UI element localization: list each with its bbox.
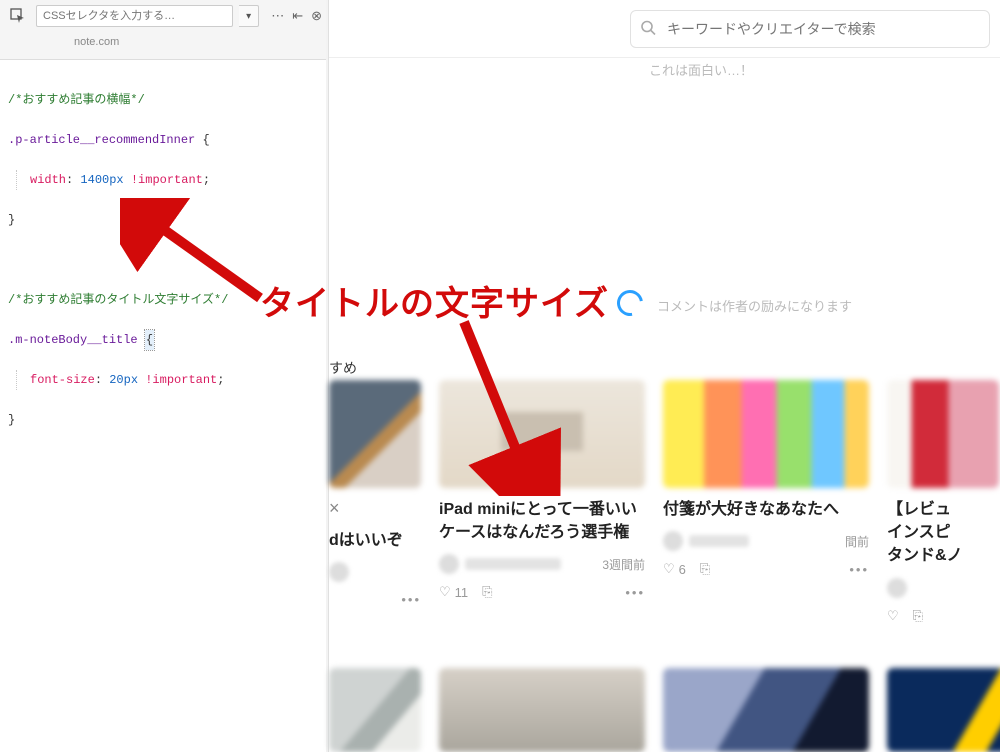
- article-thumbnail: [439, 380, 645, 488]
- recommended-card-row-2: [329, 668, 1000, 752]
- avatar: [663, 531, 683, 551]
- posted-ago: 間前: [845, 533, 869, 550]
- like-count: 6: [679, 562, 686, 577]
- css-value: 20px: [109, 373, 138, 387]
- article-thumbnail: [439, 668, 645, 752]
- css-property: font-size: [30, 373, 95, 387]
- bookmark-icon: ⎘: [482, 584, 492, 600]
- css-important: !important: [131, 173, 203, 187]
- kebab-menu-icon[interactable]: ⋯: [271, 8, 284, 24]
- inspect-element-icon[interactable]: [6, 4, 30, 28]
- search-input[interactable]: [630, 10, 990, 48]
- article-title: iPad miniにとって一番いいケースはなんだろう選手権: [439, 498, 645, 544]
- avatar: [439, 554, 459, 574]
- page-topbar: [329, 0, 1000, 58]
- annotation-label: タイトルの文字サイズ: [260, 276, 609, 325]
- close-devtools-icon[interactable]: ⊗: [311, 8, 322, 24]
- like-count: 11: [455, 585, 469, 600]
- article-card[interactable]: iPad miniにとって一番いいケースはなんだろう選手権 3週間前 ♡ 11 …: [439, 380, 645, 624]
- kebab-menu-icon[interactable]: •••: [849, 562, 869, 577]
- author-name-blurred: [689, 535, 749, 547]
- brace: }: [8, 210, 15, 230]
- like-button[interactable]: ♡: [887, 608, 899, 624]
- brace: }: [8, 410, 15, 430]
- avatar: [887, 578, 907, 598]
- author-name-blurred: [465, 558, 561, 570]
- css-important: !important: [145, 373, 217, 387]
- heart-icon: ♡: [439, 584, 451, 600]
- css-source-editor[interactable]: /*おすすめ記事の横幅*/ .p-article__recommendInner…: [0, 60, 328, 480]
- devtools-domain-label: note.com: [0, 32, 328, 48]
- brace: {: [202, 130, 209, 150]
- page-content: これは面白い…！ コメントは作者の励みになります すめ × dはいいぞ ••• …: [328, 0, 1000, 752]
- comment-placeholder-text: コメントは作者の励みになります: [657, 296, 852, 315]
- css-comment: /*おすすめ記事のタイトル文字サイズ*/: [8, 293, 228, 307]
- posted-ago: 3週間前: [602, 556, 645, 573]
- article-thumbnail: [887, 380, 999, 488]
- article-thumbnail: [663, 380, 869, 488]
- bookmark-icon: ⎘: [913, 608, 923, 624]
- close-icon[interactable]: ×: [329, 498, 340, 518]
- search-icon: [640, 19, 656, 38]
- brace: {: [146, 330, 153, 350]
- article-card[interactable]: × dはいいぞ •••: [329, 380, 421, 624]
- selector-dropdown-button[interactable]: ▾: [239, 5, 259, 27]
- teaser-text: これは面白い…！: [649, 60, 753, 79]
- devtools-header: ▾ ⋯ ⇤ ⊗ note.com: [0, 0, 328, 60]
- article-card[interactable]: 付箋が大好きなあなたへ 間前 ♡ 6 ⎘ •••: [663, 380, 869, 624]
- bookmark-button[interactable]: ⎘: [482, 584, 492, 600]
- semicolon: ;: [217, 373, 224, 387]
- semicolon: ;: [203, 173, 210, 187]
- css-selector: .m-noteBody__title: [8, 333, 138, 347]
- article-thumbnail: [329, 668, 421, 752]
- heart-icon: ♡: [887, 608, 899, 624]
- recommended-card-row: × dはいいぞ ••• iPad miniにとって一番いいケースはなんだろう選手…: [329, 380, 1000, 624]
- dock-toggle-icon[interactable]: ⇤: [292, 8, 303, 24]
- heart-icon: ♡: [663, 561, 675, 577]
- like-button[interactable]: ♡ 11: [439, 584, 468, 600]
- bookmark-button[interactable]: ⎘: [700, 561, 710, 577]
- like-button[interactable]: ♡ 6: [663, 561, 686, 577]
- article-thumbnail: [329, 380, 421, 488]
- avatar: [329, 562, 349, 582]
- kebab-menu-icon[interactable]: •••: [401, 592, 421, 607]
- css-value: 1400px: [80, 173, 123, 187]
- article-thumbnail: [887, 668, 1000, 752]
- css-comment: /*おすすめ記事の横幅*/: [8, 93, 145, 107]
- colon: :: [95, 373, 102, 387]
- article-title: dはいいぞ: [329, 529, 421, 552]
- article-title: 付箋が大好きなあなたへ: [663, 498, 869, 521]
- article-thumbnail: [663, 668, 869, 752]
- loading-spinner-icon: [612, 285, 648, 321]
- bookmark-button[interactable]: ⎘: [913, 608, 923, 624]
- article-card[interactable]: 【レビュ インスピ タンド&ノ ♡ ⎘: [887, 380, 999, 624]
- css-property: width: [30, 173, 66, 187]
- kebab-menu-icon[interactable]: •••: [625, 585, 645, 600]
- css-selector-input[interactable]: [36, 5, 233, 27]
- css-selector: .p-article__recommendInner: [8, 133, 195, 147]
- bookmark-icon: ⎘: [700, 561, 710, 577]
- article-title: 【レビュ インスピ タンド&ノ: [887, 498, 999, 568]
- devtools-panel: ▾ ⋯ ⇤ ⊗ note.com /*おすすめ記事の横幅*/ .p-articl…: [0, 0, 328, 752]
- colon: :: [66, 173, 73, 187]
